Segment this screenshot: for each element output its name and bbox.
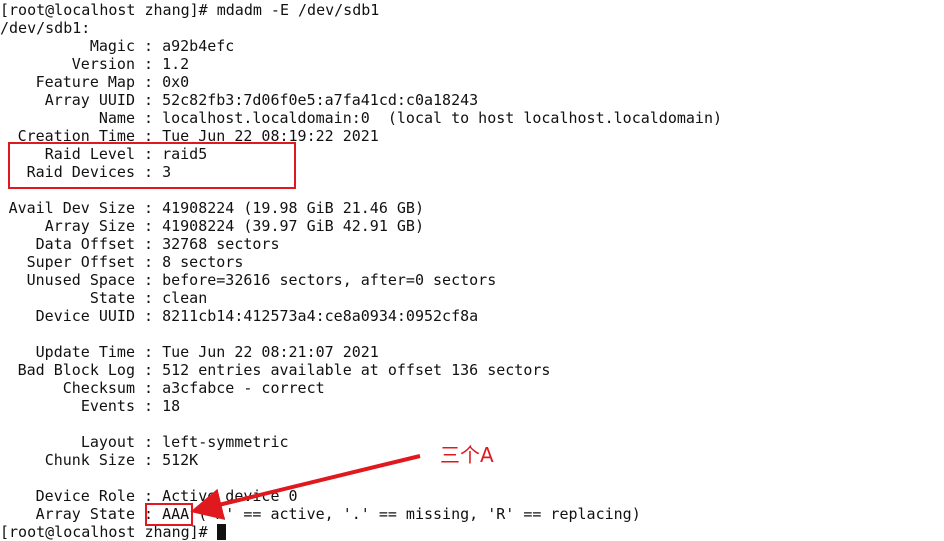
annotation-note: 三个A xyxy=(440,443,494,467)
